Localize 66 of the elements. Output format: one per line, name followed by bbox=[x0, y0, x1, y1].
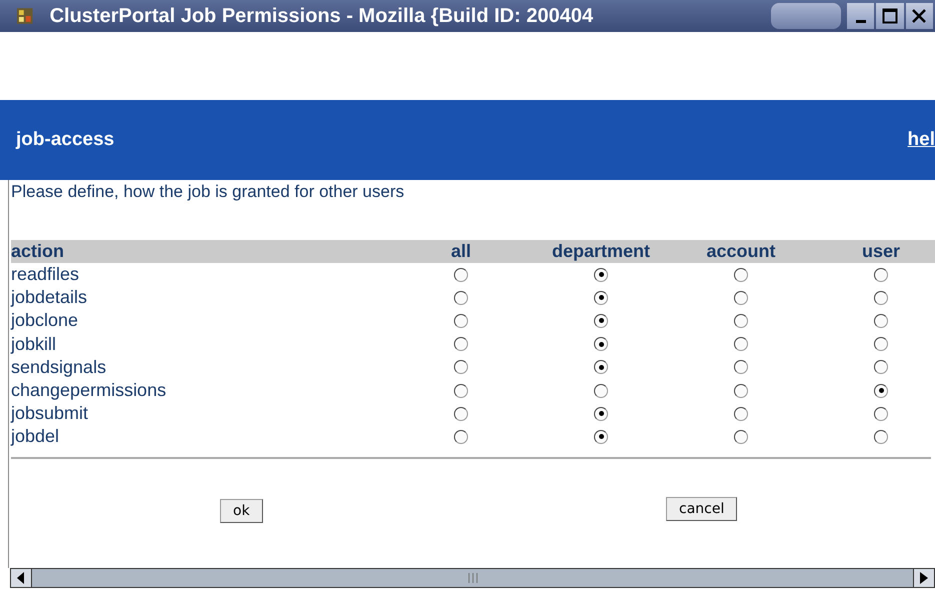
ok-button[interactable]: ok bbox=[220, 498, 263, 522]
radio-button[interactable] bbox=[734, 360, 748, 374]
title-bar-button[interactable] bbox=[770, 3, 841, 29]
minimize-button[interactable] bbox=[846, 3, 874, 29]
radio-button[interactable] bbox=[874, 384, 888, 398]
radio-button[interactable] bbox=[594, 337, 608, 352]
radio-button[interactable] bbox=[734, 384, 748, 398]
radio-button[interactable] bbox=[874, 268, 888, 282]
close-button[interactable] bbox=[906, 3, 933, 29]
action-label: sendsignals bbox=[11, 356, 108, 378]
radio-button[interactable] bbox=[454, 430, 468, 444]
column-header: account bbox=[705, 241, 776, 262]
maximize-button[interactable] bbox=[876, 3, 904, 29]
radio-button[interactable] bbox=[874, 360, 888, 374]
action-label: jobsubmit bbox=[11, 403, 90, 424]
radio-button[interactable] bbox=[734, 406, 748, 421]
scrollbar-thumb[interactable] bbox=[466, 573, 478, 583]
radio-button[interactable] bbox=[594, 268, 608, 282]
radio-button[interactable] bbox=[874, 406, 888, 421]
radio-button[interactable] bbox=[594, 314, 608, 328]
action-label: readfiles bbox=[11, 264, 80, 286]
cancel-button[interactable]: cancel bbox=[666, 496, 738, 520]
action-label: jobkill bbox=[11, 334, 58, 355]
radio-button[interactable] bbox=[454, 384, 468, 398]
radio-button[interactable] bbox=[594, 406, 608, 421]
radio-button[interactable] bbox=[594, 384, 608, 398]
action-label: changepermissions bbox=[11, 380, 168, 402]
radio-button[interactable] bbox=[454, 268, 468, 282]
app-icon bbox=[16, 7, 34, 25]
radio-button[interactable] bbox=[454, 290, 468, 305]
close-icon bbox=[911, 8, 928, 24]
column-header: user bbox=[860, 241, 902, 262]
grip-icon bbox=[466, 573, 478, 583]
radio-button[interactable] bbox=[734, 337, 748, 352]
radio-button[interactable] bbox=[874, 430, 888, 444]
maximize-icon bbox=[882, 8, 898, 24]
radio-button[interactable] bbox=[594, 360, 608, 374]
column-header: action bbox=[11, 241, 66, 262]
radio-button[interactable] bbox=[594, 430, 608, 444]
horizontal-scrollbar[interactable] bbox=[10, 568, 935, 588]
minimize-icon bbox=[856, 20, 866, 22]
right-arrow-icon bbox=[920, 572, 928, 584]
radio-button[interactable] bbox=[734, 314, 748, 328]
action-label: jobdel bbox=[11, 426, 60, 448]
radio-button[interactable] bbox=[734, 268, 748, 282]
scroll-left-button[interactable] bbox=[11, 569, 32, 587]
page-heading: job-access bbox=[16, 129, 114, 151]
radio-button[interactable] bbox=[734, 290, 748, 305]
radio-button[interactable] bbox=[454, 314, 468, 328]
radio-button[interactable] bbox=[874, 314, 888, 328]
action-label: jobclone bbox=[11, 310, 80, 332]
action-label: jobdetails bbox=[11, 287, 88, 308]
radio-button[interactable] bbox=[874, 290, 888, 305]
radio-button[interactable] bbox=[594, 290, 608, 305]
radio-button[interactable] bbox=[454, 337, 468, 352]
intro-text: Please define, how the job is granted for other users bbox=[11, 182, 406, 203]
help-link[interactable]: hel bbox=[908, 129, 935, 151]
scroll-right-button[interactable] bbox=[913, 569, 934, 587]
column-header: all bbox=[450, 241, 472, 262]
radio-button[interactable] bbox=[454, 360, 468, 374]
left-arrow-icon bbox=[17, 572, 25, 584]
radio-button[interactable] bbox=[454, 406, 468, 421]
column-header: department bbox=[550, 241, 651, 262]
radio-button[interactable] bbox=[874, 337, 888, 352]
window-title: ClusterPortal Job Permissions - Mozilla {Build ID: 200404 bbox=[50, 4, 594, 28]
radio-button[interactable] bbox=[734, 430, 748, 444]
